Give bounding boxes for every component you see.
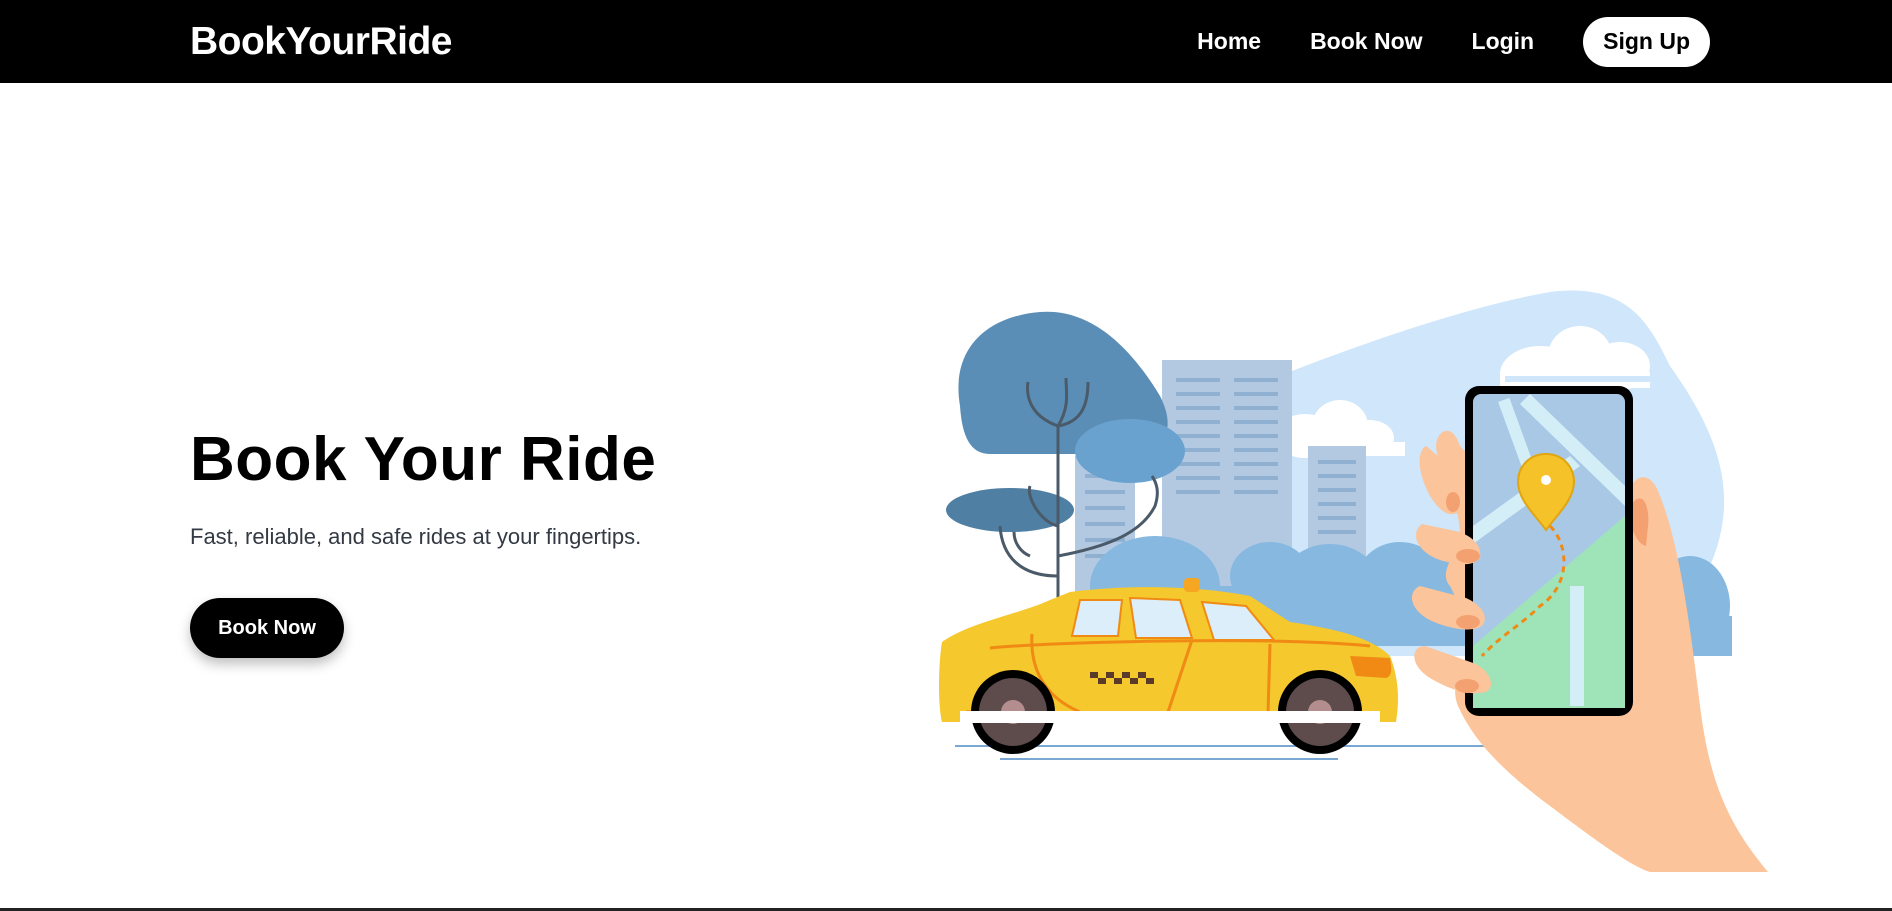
nav-link-book-now[interactable]: Book Now <box>1310 28 1422 55</box>
top-navbar: BookYourRide Home Book Now Login Sign Up <box>0 0 1892 83</box>
illustration-svg <box>939 290 1768 872</box>
nav-links: Home Book Now Login Sign Up <box>1197 16 1710 67</box>
nav-link-home[interactable]: Home <box>1197 28 1261 55</box>
smartphone <box>1465 386 1633 716</box>
hero-title: Book Your Ride <box>190 425 657 494</box>
nav-link-login[interactable]: Login <box>1472 28 1535 55</box>
taxi-booking-illustration <box>930 286 1770 876</box>
book-now-button[interactable]: Book Now <box>190 598 344 658</box>
hero-section: Book Your Ride Fast, reliable, and safe … <box>190 424 810 658</box>
hero-subtitle: Fast, reliable, and safe rides at your f… <box>190 524 642 549</box>
brand-logo[interactable]: BookYourRide <box>190 20 452 64</box>
signup-button[interactable]: Sign Up <box>1583 16 1710 67</box>
